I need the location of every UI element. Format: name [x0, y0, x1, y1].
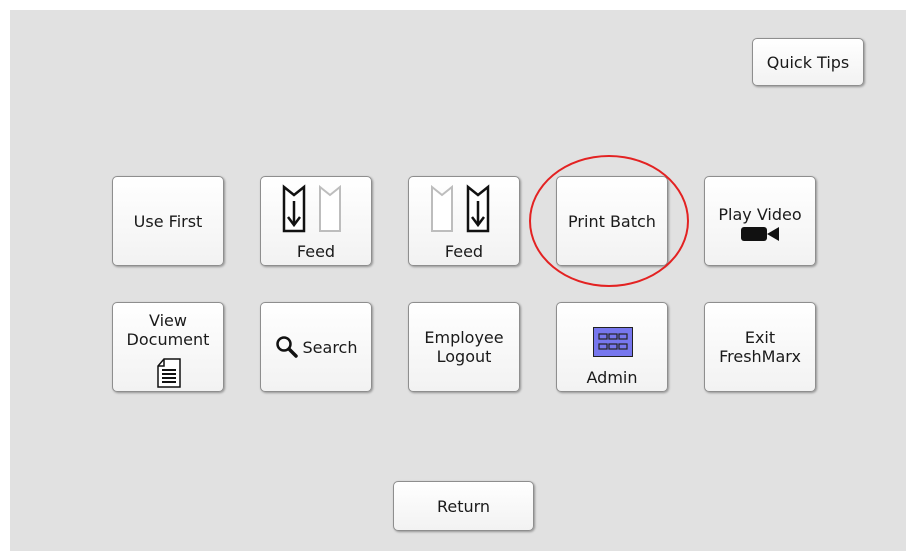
- admin-button[interactable]: Admin: [556, 302, 668, 392]
- feed-right-label: Feed: [444, 242, 484, 261]
- return-button[interactable]: Return: [393, 481, 534, 531]
- view-document-label: View Document: [113, 311, 223, 349]
- feed-right-button[interactable]: Feed: [408, 176, 520, 266]
- search-label: Search: [302, 337, 358, 357]
- magnifier-icon: [275, 336, 298, 358]
- exit-line1: Exit: [744, 328, 776, 347]
- video-camera-icon: [741, 227, 779, 241]
- employee-logout-button[interactable]: Employee Logout: [408, 302, 520, 392]
- feed-left-button[interactable]: Feed: [260, 176, 372, 266]
- feed-left-label: Feed: [296, 242, 336, 261]
- main-panel: [10, 10, 906, 551]
- quick-tips-button[interactable]: Quick Tips: [752, 38, 864, 86]
- employee-logout-line1: Employee: [424, 328, 504, 347]
- label-feed-right-icon: [431, 184, 490, 233]
- play-video-label: Play Video: [718, 205, 802, 224]
- print-batch-label: Print Batch: [568, 211, 656, 231]
- employee-logout-line2: Logout: [436, 347, 492, 366]
- admin-label: Admin: [586, 368, 638, 387]
- exit-line2: FreshMarx: [719, 347, 801, 366]
- play-video-button[interactable]: Play Video: [704, 176, 816, 266]
- exit-freshmarx-button[interactable]: Exit FreshMarx: [704, 302, 816, 392]
- use-first-button[interactable]: Use First: [112, 176, 224, 266]
- search-button[interactable]: Search: [260, 302, 372, 392]
- quick-tips-label: Quick Tips: [766, 52, 850, 72]
- document-icon: [157, 358, 181, 388]
- view-document-button[interactable]: View Document: [112, 302, 224, 392]
- view-document-line1: View: [149, 311, 187, 330]
- view-document-line2: Document: [126, 330, 210, 349]
- print-batch-button[interactable]: Print Batch: [556, 176, 668, 266]
- label-feed-left-icon: [282, 184, 341, 233]
- use-first-label: Use First: [133, 211, 203, 231]
- return-label: Return: [436, 496, 491, 516]
- admin-grid-icon: [593, 327, 633, 357]
